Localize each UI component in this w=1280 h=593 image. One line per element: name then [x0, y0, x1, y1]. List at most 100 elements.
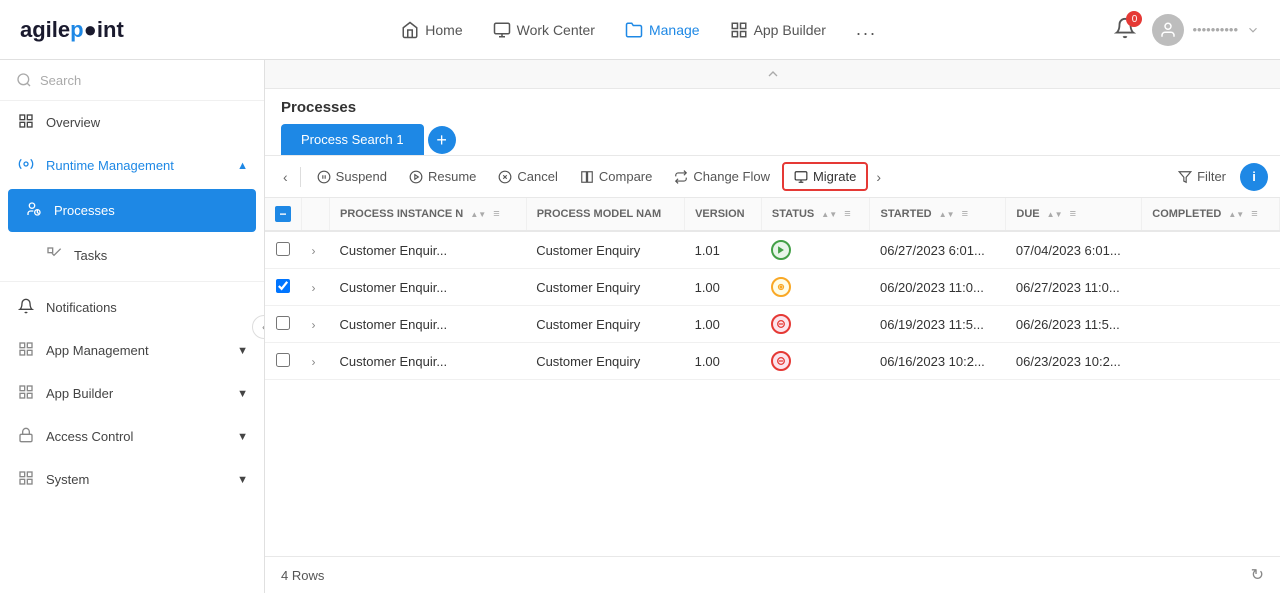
- th-version-label: VERSION: [695, 208, 745, 220]
- cell-version: 1.01: [685, 231, 762, 269]
- th-status: STATUS ▲▼ ≡: [761, 198, 870, 231]
- row-checkbox-0[interactable]: [276, 242, 290, 256]
- row-checkbox-3[interactable]: [276, 353, 290, 367]
- filter-button[interactable]: Filter: [1168, 164, 1236, 189]
- change-flow-label: Change Flow: [693, 169, 770, 184]
- sidebar-search[interactable]: Search: [0, 60, 264, 101]
- sidebar-item-processes[interactable]: Processes: [8, 189, 256, 232]
- nav-more[interactable]: ...: [856, 19, 877, 40]
- col-settings-started[interactable]: ≡: [962, 208, 968, 220]
- nav-manage[interactable]: Manage: [625, 21, 700, 39]
- sidebar-item-app-management[interactable]: App Management ▼: [0, 329, 264, 372]
- main-layout: Search Overview Runtime Management ▲ Pro…: [0, 60, 1280, 593]
- access-control-icon: [16, 427, 36, 446]
- app-management-chevron-icon: ▼: [237, 345, 248, 357]
- status-icon-2: [771, 314, 791, 334]
- top-collapse-button[interactable]: [265, 60, 1280, 89]
- home-icon: [401, 21, 419, 39]
- cell-completed: [1142, 269, 1280, 306]
- sidebar-item-app-builder[interactable]: App Builder ▼: [0, 372, 264, 415]
- cancel-label: Cancel: [517, 169, 557, 184]
- nav-work-center[interactable]: Work Center: [493, 21, 595, 39]
- table-row: ›Customer Enquir...Customer Enquiry1.010…: [265, 231, 1280, 269]
- table-footer: 4 Rows ↻: [265, 556, 1280, 593]
- suspend-button[interactable]: Suspend: [307, 164, 397, 189]
- next-button[interactable]: ›: [870, 165, 887, 189]
- status-icon-0: [771, 240, 791, 260]
- sidebar-app-management-label: App Management: [46, 343, 149, 358]
- sidebar-item-runtime-management[interactable]: Runtime Management ▲: [0, 144, 264, 187]
- migrate-label: Migrate: [813, 169, 856, 184]
- sidebar-item-notifications[interactable]: Notifications: [0, 286, 264, 329]
- user-icon: [1159, 21, 1177, 39]
- toolbar-right: Filter i: [1168, 163, 1268, 191]
- col-settings-due[interactable]: ≡: [1070, 208, 1076, 220]
- search-icon: [16, 72, 32, 88]
- tab-process-search-1[interactable]: Process Search 1: [281, 124, 424, 155]
- info-button[interactable]: i: [1240, 163, 1268, 191]
- sidebar-item-access-control[interactable]: Access Control ▼: [0, 415, 264, 458]
- refresh-button[interactable]: ↻: [1251, 565, 1264, 585]
- back-button[interactable]: ‹: [277, 165, 294, 189]
- cell-due: 07/04/2023 6:01...: [1006, 231, 1142, 269]
- cancel-icon: [498, 170, 512, 184]
- sidebar-access-control-label: Access Control: [46, 429, 133, 444]
- user-menu[interactable]: ••••••••••: [1152, 14, 1260, 46]
- cell-started: 06/19/2023 11:5...: [870, 306, 1006, 343]
- th-process-instance: PROCESS INSTANCE N ▲▼ ≡: [330, 198, 527, 231]
- table-area: − PROCESS INSTANCE N ▲▼ ≡ PROCESS MODEL …: [265, 198, 1280, 556]
- compare-label: Compare: [599, 169, 652, 184]
- cell-started: 06/27/2023 6:01...: [870, 231, 1006, 269]
- expand-button-2[interactable]: ›: [312, 318, 316, 332]
- toolbar-divider-1: [300, 167, 301, 187]
- sidebar-overview-label: Overview: [46, 115, 100, 130]
- row-checkbox-2[interactable]: [276, 316, 290, 330]
- runtime-icon: [16, 156, 36, 175]
- expand-button-3[interactable]: ›: [312, 355, 316, 369]
- resume-button[interactable]: Resume: [399, 164, 486, 189]
- logo[interactable]: agilep●int: [20, 17, 124, 43]
- expand-button-0[interactable]: ›: [312, 244, 316, 258]
- cancel-button[interactable]: Cancel: [488, 164, 567, 189]
- cell-version: 1.00: [685, 343, 762, 380]
- system-icon: [16, 470, 36, 489]
- compare-button[interactable]: Compare: [570, 164, 662, 189]
- cell-due: 06/27/2023 11:0...: [1006, 269, 1142, 306]
- col-settings-1[interactable]: ≡: [493, 208, 499, 220]
- tasks-icon: [44, 246, 64, 265]
- col-settings-completed[interactable]: ≡: [1251, 208, 1257, 220]
- table-row: ›Customer Enquir...Customer Enquiry1.000…: [265, 343, 1280, 380]
- migrate-button[interactable]: Migrate: [782, 162, 868, 191]
- avatar: [1152, 14, 1184, 46]
- th-status-label: STATUS: [772, 208, 814, 220]
- nav-app-builder-label: App Builder: [754, 22, 826, 38]
- expand-button-1[interactable]: ›: [312, 281, 316, 295]
- add-tab-button[interactable]: +: [428, 126, 456, 154]
- sidebar-item-tasks[interactable]: Tasks: [0, 234, 264, 277]
- cell-process-model: Customer Enquiry: [526, 231, 684, 269]
- sidebar-item-system[interactable]: System ▼: [0, 458, 264, 501]
- th-due-label: DUE: [1016, 208, 1039, 220]
- chevron-down-icon: [1246, 23, 1260, 37]
- app-management-icon: [16, 341, 36, 360]
- nav-home[interactable]: Home: [401, 21, 462, 39]
- change-flow-button[interactable]: Change Flow: [664, 164, 780, 189]
- cell-started: 06/20/2023 11:0...: [870, 269, 1006, 306]
- nav-app-builder[interactable]: App Builder: [730, 21, 826, 39]
- col-settings-status[interactable]: ≡: [844, 208, 850, 220]
- cell-process-instance: Customer Enquir...: [330, 306, 527, 343]
- cell-process-instance: Customer Enquir...: [330, 269, 527, 306]
- cell-due: 06/26/2023 11:5...: [1006, 306, 1142, 343]
- resume-label: Resume: [428, 169, 476, 184]
- sidebar-item-overview[interactable]: Overview: [0, 101, 264, 144]
- notification-button[interactable]: 0: [1114, 17, 1136, 42]
- cell-expand: ›: [302, 343, 330, 380]
- top-nav: agilep●int Home Work Center Manage App B…: [0, 0, 1280, 60]
- nav-more-label: ...: [856, 19, 877, 40]
- processes-icon: [24, 201, 44, 220]
- resume-icon: [409, 170, 423, 184]
- th-process-model: PROCESS MODEL NAM: [526, 198, 684, 231]
- cell-version: 1.00: [685, 306, 762, 343]
- row-checkbox-1[interactable]: [276, 279, 290, 293]
- nav-right: 0 ••••••••••: [1114, 14, 1260, 46]
